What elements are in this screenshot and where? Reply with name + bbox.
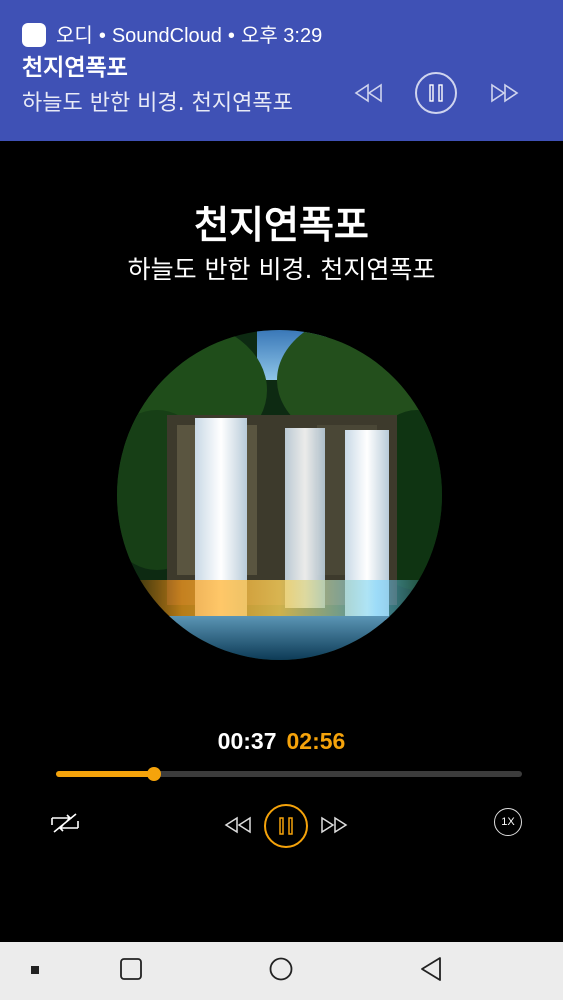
track-title: 천지연폭포 xyxy=(194,203,369,247)
shuffle-off-icon xyxy=(51,813,79,833)
rewind-icon xyxy=(224,816,251,834)
shuffle-button[interactable] xyxy=(46,808,84,838)
fast-forward-icon xyxy=(321,816,348,834)
track-subtitle: 하늘도 반한 비경. 천지연폭포 xyxy=(127,255,436,284)
time-display: 00:37 02:56 xyxy=(0,728,563,755)
notification-subtitle: 하늘도 반한 비경. 천지연폭포 xyxy=(22,91,293,116)
home-button[interactable] xyxy=(266,954,296,984)
notification-source: SoundCloud xyxy=(111,25,222,47)
back-button[interactable] xyxy=(416,954,446,984)
separator: • xyxy=(98,25,106,47)
rewind-button[interactable] xyxy=(220,810,256,840)
progress-bar[interactable] xyxy=(56,767,522,781)
notification-fast-forward-button[interactable] xyxy=(485,78,523,108)
notification-app-name: 오디 xyxy=(56,25,93,47)
waterfall-artwork xyxy=(117,330,442,660)
recents-button[interactable] xyxy=(116,954,146,984)
rewind-icon xyxy=(354,83,382,103)
dot-icon xyxy=(31,966,39,974)
pause-icon xyxy=(279,817,293,835)
current-time: 00:37 xyxy=(217,728,277,754)
notification-title: 천지연폭포 xyxy=(22,55,128,81)
pause-icon xyxy=(429,84,443,102)
progress-thumb[interactable] xyxy=(146,767,161,781)
speed-label: 1X xyxy=(501,816,515,828)
separator: • xyxy=(227,25,235,47)
pause-button[interactable] xyxy=(264,804,308,848)
media-notification[interactable]: 오디 • SoundCloud • 오후 3:29 천지연폭포 하늘도 반한 비경. 천… xyxy=(0,0,563,141)
nav-dot-button[interactable] xyxy=(30,965,40,975)
fast-forward-icon xyxy=(491,83,519,103)
speed-button[interactable]: 1X xyxy=(494,808,522,836)
notification-meta: 오디 • SoundCloud • 오후 3:29 xyxy=(56,22,322,50)
home-icon xyxy=(269,957,293,981)
notification-time: 오후 3:29 xyxy=(240,25,323,47)
progress-fill xyxy=(56,771,154,777)
notification-pause-button[interactable] xyxy=(415,72,457,114)
recents-icon xyxy=(120,958,142,980)
total-time: 02:56 xyxy=(286,728,346,754)
album-artwork xyxy=(117,330,442,660)
fast-forward-button[interactable] xyxy=(316,810,352,840)
back-icon xyxy=(421,957,441,981)
notification-rewind-button[interactable] xyxy=(350,78,388,108)
app-icon xyxy=(22,23,46,47)
